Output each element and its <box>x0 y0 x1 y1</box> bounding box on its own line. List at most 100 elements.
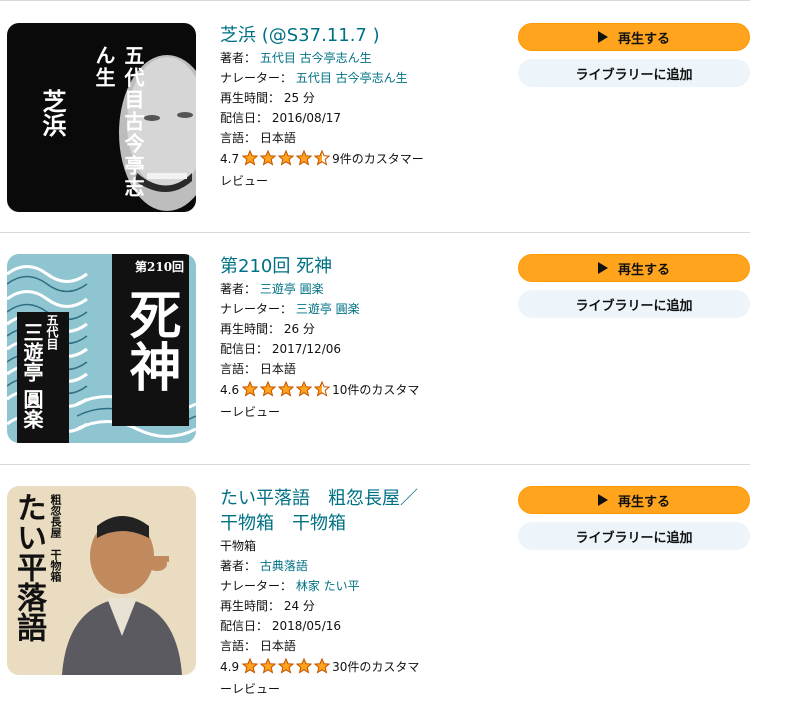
star-full-icon <box>278 658 295 674</box>
star-full-icon <box>242 150 259 166</box>
item-info: 芝浜 (@S37.11.7 ) 著者： 五代目 古今亭志ん生 ナレーター： 五代… <box>220 23 510 192</box>
cover-episode-number: 第210回 <box>135 260 185 274</box>
rating-row[interactable]: 4.7 9件のカスタマー <box>220 148 510 170</box>
author-link[interactable]: 五代目 古今亭志ん生 <box>260 51 372 65</box>
library-label: ライブラリーに追加 <box>575 298 693 314</box>
cover-generation: 五代目 <box>45 314 59 350</box>
language-value: 日本語 <box>259 362 296 376</box>
play-label: 再生する <box>617 31 670 47</box>
language-label: 言語： <box>220 362 257 376</box>
rating-value: 4.6 <box>220 383 240 397</box>
star-full-icon <box>260 381 277 397</box>
author-link[interactable]: 古典落語 <box>260 559 308 573</box>
narrator-label: ナレーター： <box>220 579 293 593</box>
review-count[interactable]: 30件のカスタマ <box>332 660 419 674</box>
rating-value: 4.7 <box>220 152 240 166</box>
author-label: 著者： <box>220 282 257 296</box>
add-to-library-button[interactable]: ライブラリーに追加 <box>518 522 750 550</box>
release-date-row: 配信日： 2016/08/17 <box>220 108 510 128</box>
top-divider <box>0 0 750 1</box>
date-value: 2016/08/17 <box>271 111 342 125</box>
item-info: 第210回 死神 著者： 三遊亭 圓楽 ナレーター： 三遊亭 圓楽 再生時間： … <box>220 254 510 423</box>
play-button[interactable]: 再生する <box>518 23 750 51</box>
play-label: 再生する <box>617 262 670 278</box>
play-icon <box>597 31 608 43</box>
item-divider <box>0 464 750 465</box>
play-button[interactable]: 再生する <box>518 486 750 514</box>
star-full-icon <box>278 150 295 166</box>
star-full-icon <box>242 381 259 397</box>
length-row: 再生時間： 26 分 <box>220 319 510 339</box>
language-label: 言語： <box>220 131 257 145</box>
length-label: 再生時間： <box>220 91 281 105</box>
date-label: 配信日： <box>220 342 269 356</box>
star-rating <box>242 381 332 397</box>
narrator-link[interactable]: 林家 たい平 <box>296 579 360 593</box>
length-value: 25 分 <box>283 91 315 105</box>
library-label: ライブラリーに追加 <box>575 67 693 83</box>
play-icon <box>597 494 608 506</box>
language-row: 言語： 日本語 <box>220 128 510 148</box>
cover-image-shinigami[interactable]: 第210回 死神 五代目 三遊亭 圓楽 <box>7 254 196 443</box>
item-divider <box>0 232 750 233</box>
narrator-row: ナレーター： 林家 たい平 <box>220 576 510 596</box>
cover-story-subtitle: 粗忽長屋 干物箱 <box>49 494 62 582</box>
item-title-line1[interactable]: たい平落語 粗忽長屋／ <box>220 486 510 511</box>
star-full-icon <box>242 658 259 674</box>
star-full-icon <box>314 658 331 674</box>
star-full-icon <box>296 381 313 397</box>
length-row: 再生時間： 25 分 <box>220 88 510 108</box>
star-full-icon <box>260 150 277 166</box>
cover-series-title: たい平落語 <box>11 492 46 642</box>
narrator-link[interactable]: 五代目 古今亭志ん生 <box>296 71 408 85</box>
language-label: 言語： <box>220 639 257 653</box>
date-value: 2017/12/06 <box>271 342 342 356</box>
item-title[interactable]: 芝浜 (@S37.11.7 ) <box>220 23 510 48</box>
narrator-label: ナレーター： <box>220 302 293 316</box>
date-label: 配信日： <box>220 619 269 633</box>
cover-performer-name: 三遊亭 圓楽 <box>20 322 44 429</box>
review-count-cont[interactable]: ーレビュー <box>220 678 510 700</box>
item-title-line2[interactable]: 干物箱 干物箱 <box>220 511 510 536</box>
cover-story-title: 死神 <box>120 288 181 392</box>
review-count[interactable]: 9件のカスタマー <box>332 152 424 166</box>
language-row: 言語： 日本語 <box>220 636 510 656</box>
release-date-row: 配信日： 2017/12/06 <box>220 339 510 359</box>
cover-image-shibahama[interactable]: 五代目古今亭志ん生 芝浜 <box>7 23 196 212</box>
author-row: 著者： 五代目 古今亭志ん生 <box>220 48 510 68</box>
cover-image-taihei-rakugo[interactable]: たい平落語 粗忽長屋 干物箱 <box>7 486 196 675</box>
item-title[interactable]: 第210回 死神 <box>220 254 510 279</box>
item-info: たい平落語 粗忽長屋／ 干物箱 干物箱 干物箱 著者： 古典落語 ナレーター： … <box>220 486 510 700</box>
review-count[interactable]: 10件のカスタマ <box>332 383 419 397</box>
star-full-icon <box>278 381 295 397</box>
length-value: 26 分 <box>283 322 315 336</box>
language-value: 日本語 <box>259 639 296 653</box>
star-rating <box>242 658 332 674</box>
length-value: 24 分 <box>283 599 315 613</box>
play-label: 再生する <box>617 494 670 510</box>
rating-row[interactable]: 4.9 30件のカスタマ <box>220 656 510 678</box>
review-count-cont[interactable]: ーレビュー <box>220 401 510 423</box>
star-full-icon <box>296 658 313 674</box>
rating-row[interactable]: 4.6 10件のカスタマ <box>220 379 510 401</box>
release-date-row: 配信日： 2018/05/16 <box>220 616 510 636</box>
narrator-row: ナレーター： 五代目 古今亭志ん生 <box>220 68 510 88</box>
length-label: 再生時間： <box>220 322 281 336</box>
cover-performer-name: 五代目古今亭志ん生 <box>92 45 145 199</box>
author-label: 著者： <box>220 51 257 65</box>
star-full-icon <box>260 658 277 674</box>
cover-story-title: 芝浜 <box>38 89 67 137</box>
star-rating <box>242 150 332 166</box>
language-row: 言語： 日本語 <box>220 359 510 379</box>
narrator-link[interactable]: 三遊亭 圓楽 <box>296 302 360 316</box>
add-to-library-button[interactable]: ライブラリーに追加 <box>518 59 750 87</box>
star-full-icon <box>296 150 313 166</box>
play-icon <box>597 262 608 274</box>
add-to-library-button[interactable]: ライブラリーに追加 <box>518 290 750 318</box>
author-link[interactable]: 三遊亭 圓楽 <box>260 282 324 296</box>
play-button[interactable]: 再生する <box>518 254 750 282</box>
date-label: 配信日： <box>220 111 269 125</box>
length-row: 再生時間： 24 分 <box>220 596 510 616</box>
review-count-cont[interactable]: レビュー <box>220 170 510 192</box>
author-row: 著者： 三遊亭 圓楽 <box>220 279 510 299</box>
